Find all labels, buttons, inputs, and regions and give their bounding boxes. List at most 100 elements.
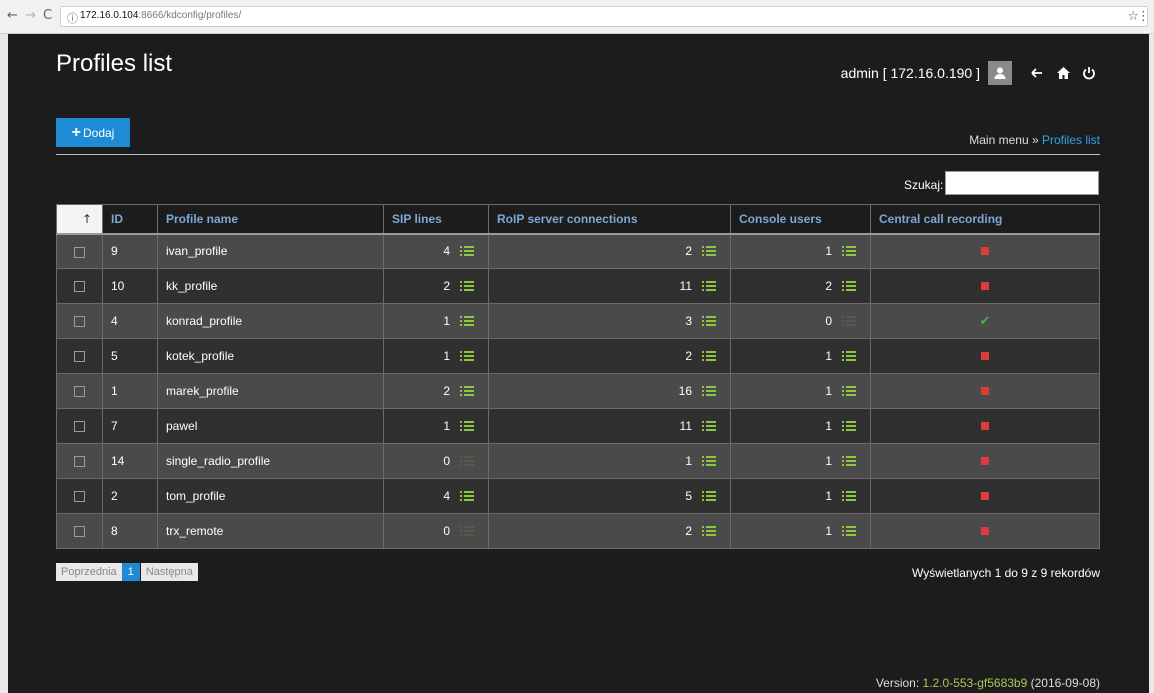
- list-icon: [460, 525, 474, 537]
- table-row[interactable]: 9 ivan_profile 4 2 1: [56, 233, 1100, 269]
- list-icon[interactable]: [460, 385, 474, 397]
- row-checkbox[interactable]: [74, 386, 85, 398]
- list-icon[interactable]: [842, 490, 856, 502]
- list-icon[interactable]: [460, 350, 474, 362]
- list-icon[interactable]: [842, 455, 856, 467]
- row-checkbox[interactable]: [74, 316, 85, 328]
- page-1-button[interactable]: 1: [121, 563, 140, 581]
- sort-column-header[interactable]: ↑: [56, 204, 103, 235]
- list-icon[interactable]: [702, 455, 716, 467]
- list-icon[interactable]: [842, 420, 856, 432]
- column-header-console-users[interactable]: Console users: [730, 204, 871, 235]
- list-icon[interactable]: [702, 525, 716, 537]
- row-checkbox[interactable]: [74, 491, 85, 503]
- table-row[interactable]: 8 trx_remote 0 2 1: [56, 513, 1100, 549]
- breadcrumb-current[interactable]: Profiles list: [1042, 133, 1100, 147]
- profile-name-cell[interactable]: pawel: [157, 408, 384, 444]
- profile-name-cell[interactable]: kotek_profile: [157, 338, 384, 374]
- sip-lines-count: 1: [443, 349, 450, 363]
- sip-lines-cell: 4: [383, 233, 489, 269]
- table-row[interactable]: 14 single_radio_profile 0 1 1: [56, 443, 1100, 479]
- roip-connections-count: 1: [685, 454, 692, 468]
- home-icon[interactable]: [1050, 61, 1076, 85]
- column-header-id[interactable]: ID: [102, 204, 158, 235]
- profile-name-cell[interactable]: konrad_profile: [157, 303, 384, 339]
- recording-cell: [870, 478, 1100, 514]
- back-icon[interactable]: [1024, 61, 1050, 85]
- sip-lines-count: 0: [443, 524, 450, 538]
- list-icon[interactable]: [702, 490, 716, 502]
- roip-connections-cell: 1: [488, 443, 731, 479]
- sip-lines-count: 0: [443, 454, 450, 468]
- list-icon[interactable]: [702, 245, 716, 257]
- list-icon[interactable]: [460, 490, 474, 502]
- profile-name-cell[interactable]: kk_profile: [157, 268, 384, 304]
- recording-off-icon: [981, 247, 989, 256]
- address-bar[interactable]: ⓘ 172.16.0.104:8666/kdconfig/profiles/ ☆: [60, 6, 1148, 27]
- console-users-cell: 1: [730, 478, 871, 514]
- column-header-central-recording[interactable]: Central call recording: [870, 204, 1100, 235]
- table-row[interactable]: 7 pawel 1 11 1: [56, 408, 1100, 444]
- next-page-button[interactable]: Następna: [140, 563, 198, 581]
- list-icon[interactable]: [702, 315, 716, 327]
- row-checkbox[interactable]: [74, 456, 85, 468]
- browser-menu-icon[interactable]: ⋮: [1137, 9, 1150, 24]
- column-header-profile-name[interactable]: Profile name: [157, 204, 384, 235]
- column-header-roip-connections[interactable]: RoIP server connections: [488, 204, 731, 235]
- roip-connections-count: 3: [685, 314, 692, 328]
- console-users-cell: 1: [730, 373, 871, 409]
- info-icon[interactable]: ⓘ: [67, 10, 78, 26]
- back-arrow-icon[interactable]: ←: [7, 9, 18, 23]
- user-icon[interactable]: [988, 61, 1012, 85]
- version-info: Version: 1.2.0-553-gf5683b9 (2016-09-08): [876, 676, 1100, 690]
- row-checkbox[interactable]: [74, 351, 85, 363]
- list-icon[interactable]: [702, 385, 716, 397]
- row-checkbox[interactable]: [74, 246, 85, 258]
- table-row[interactable]: 4 konrad_profile 1 3 0 ✔: [56, 303, 1100, 339]
- table-row[interactable]: 2 tom_profile 4 5 1: [56, 478, 1100, 514]
- add-button[interactable]: + Dodaj: [56, 118, 130, 147]
- browser-toolbar: ← → C ⓘ 172.16.0.104:8666/kdconfig/profi…: [0, 0, 1154, 34]
- list-icon[interactable]: [842, 350, 856, 362]
- list-icon[interactable]: [842, 385, 856, 397]
- sip-lines-count: 4: [443, 244, 450, 259]
- recording-off-icon: [981, 387, 989, 395]
- profile-name-cell[interactable]: ivan_profile: [157, 233, 384, 269]
- table-row[interactable]: 10 kk_profile 2 11 2: [56, 268, 1100, 304]
- row-checkbox[interactable]: [74, 526, 85, 538]
- sip-lines-cell: 0: [383, 513, 489, 549]
- list-icon[interactable]: [842, 280, 856, 292]
- list-icon[interactable]: [702, 280, 716, 292]
- list-icon[interactable]: [842, 525, 856, 537]
- records-info: Wyświetlanych 1 do 9 z 9 rekordów: [912, 566, 1100, 580]
- forward-arrow-icon[interactable]: →: [25, 9, 36, 23]
- breadcrumb-main-menu[interactable]: Main menu: [969, 133, 1028, 147]
- reload-icon[interactable]: C: [43, 9, 52, 23]
- list-icon[interactable]: [702, 350, 716, 362]
- row-select-cell: [56, 513, 103, 549]
- recording-cell: [870, 513, 1100, 549]
- list-icon[interactable]: [702, 420, 716, 432]
- console-users-count: 1: [825, 419, 832, 433]
- list-icon[interactable]: [460, 420, 474, 432]
- recording-cell: [870, 408, 1100, 444]
- profile-name-cell[interactable]: single_radio_profile: [157, 443, 384, 479]
- profile-name-cell[interactable]: tom_profile: [157, 478, 384, 514]
- table-row[interactable]: 1 marek_profile 2 16 1: [56, 373, 1100, 409]
- profile-name-cell[interactable]: marek_profile: [157, 373, 384, 409]
- roip-connections-cell: 5: [488, 478, 731, 514]
- search-input[interactable]: [945, 171, 1099, 195]
- row-checkbox[interactable]: [74, 281, 85, 293]
- row-checkbox[interactable]: [74, 421, 85, 433]
- column-header-sip-lines[interactable]: SIP lines: [383, 204, 489, 235]
- list-icon[interactable]: [460, 315, 474, 327]
- add-button-label: Dodaj: [82, 125, 115, 140]
- table-row[interactable]: 5 kotek_profile 1 2 1: [56, 338, 1100, 374]
- list-icon[interactable]: [460, 245, 474, 257]
- power-icon[interactable]: [1076, 61, 1102, 85]
- list-icon[interactable]: [460, 280, 474, 292]
- roip-connections-cell: 2: [488, 233, 731, 269]
- list-icon[interactable]: [842, 245, 856, 257]
- previous-page-button[interactable]: Poprzednia: [56, 563, 122, 581]
- profile-name-cell[interactable]: trx_remote: [157, 513, 384, 549]
